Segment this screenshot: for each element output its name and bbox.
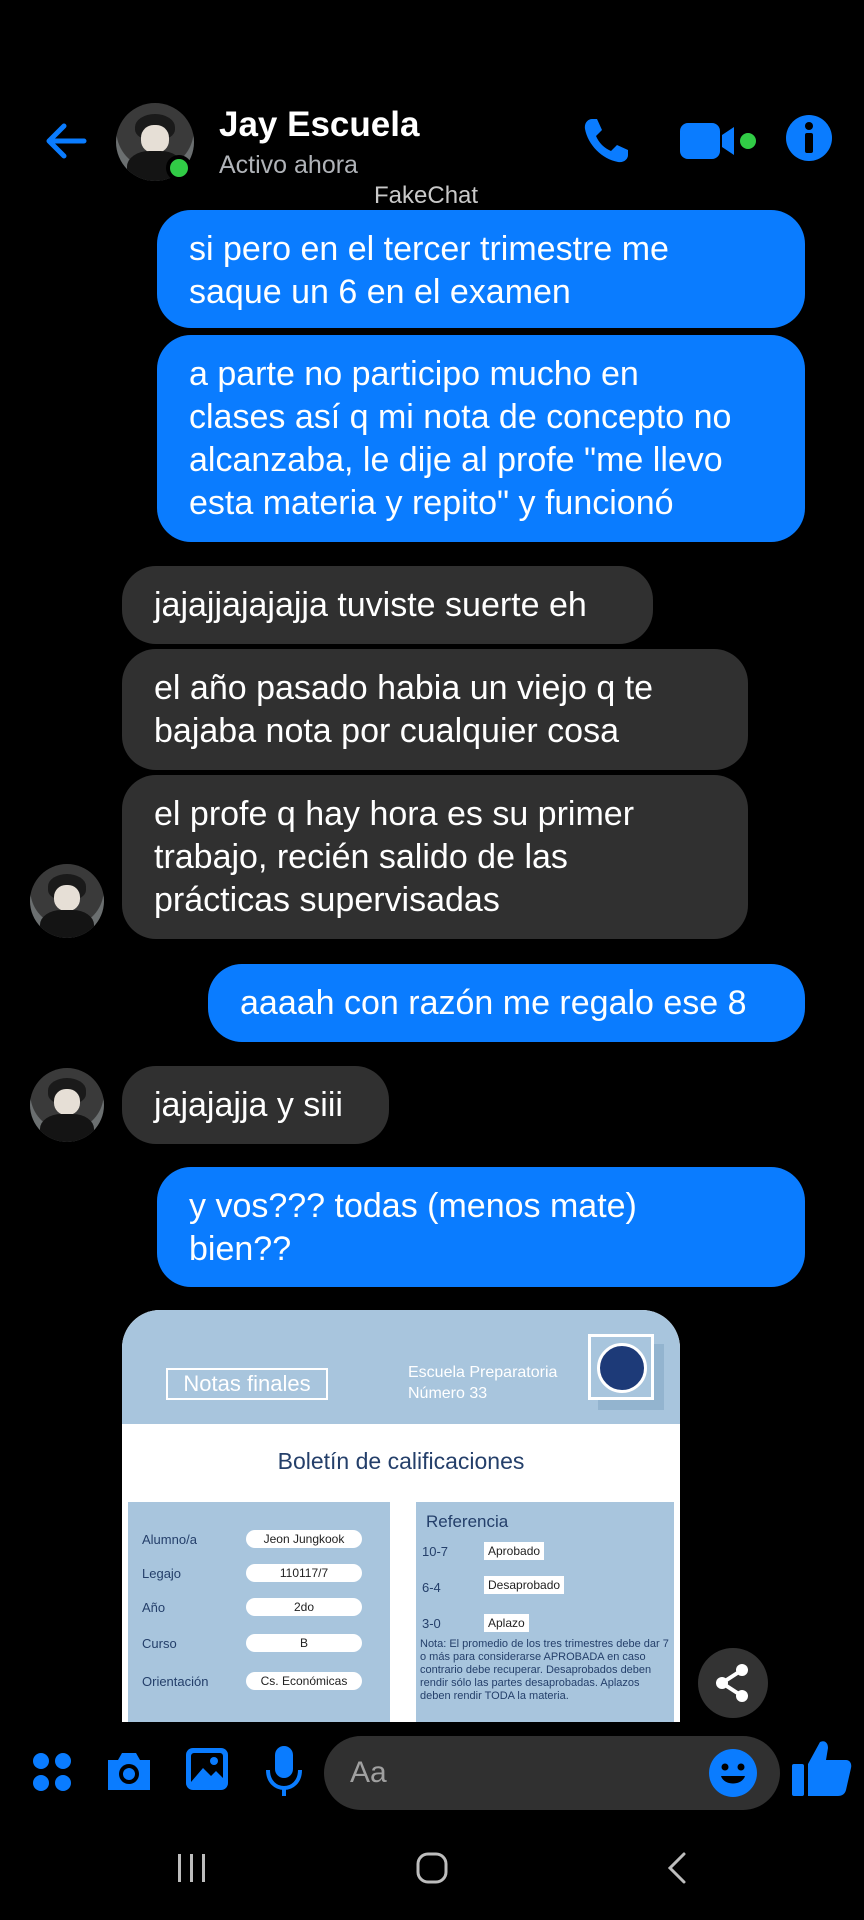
field-label: Curso: [142, 1636, 177, 1651]
field-value: 2do: [246, 1598, 362, 1616]
reference-title: Referencia: [426, 1512, 509, 1531]
message-input-placeholder: Aa: [350, 1756, 387, 1789]
reference-range: 10-7: [422, 1544, 449, 1559]
home-icon[interactable]: [414, 1850, 450, 1886]
contact-avatar-small[interactable]: [30, 864, 104, 938]
school-line: Número 33: [408, 1385, 488, 1402]
message-line: alcanzaba, le dije al profe "me llevo: [189, 441, 723, 479]
reference-label: Aprobado: [484, 1542, 545, 1560]
message-line: saque un 6 en el examen: [189, 273, 571, 311]
emoji-icon[interactable]: [708, 1748, 758, 1798]
notas-title: Notas finales: [166, 1368, 328, 1400]
gallery-icon[interactable]: [184, 1746, 230, 1792]
message-line: aaaah con razón me regalo ese 8: [240, 984, 747, 1022]
chat-header: Jay Escuela Activo ahora: [0, 95, 864, 185]
thumbs-up-icon[interactable]: [790, 1736, 854, 1800]
reference-range: 6-4: [422, 1580, 441, 1595]
reference-label: Aplazo: [484, 1614, 529, 1632]
message-line: a parte no participo mucho en: [189, 355, 639, 393]
microphone-icon[interactable]: [264, 1744, 304, 1798]
share-button[interactable]: [698, 1648, 768, 1718]
field-value: Jeon Jungkook: [246, 1530, 362, 1548]
online-indicator: [166, 155, 192, 181]
back-icon[interactable]: [660, 1850, 696, 1886]
contact-status: Activo ahora: [219, 151, 358, 179]
back-arrow-icon[interactable]: [40, 115, 92, 167]
school-line: Escuela Preparatoria: [408, 1364, 558, 1381]
info-icon[interactable]: [784, 113, 834, 163]
reference-panel: Referencia 10-7 Aprobado 6-4 Desaprobado…: [416, 1502, 674, 1722]
system-nav-bar: [0, 1820, 864, 1920]
field-label: Alumno/a: [142, 1532, 197, 1547]
image-attachment[interactable]: Notas finales Escuela Preparatoria Númer…: [122, 1310, 680, 1722]
contact-name[interactable]: Jay Escuela: [219, 105, 419, 145]
message-outgoing[interactable]: a parte no participo mucho en clases así…: [157, 335, 805, 542]
reference-range: 3-0: [422, 1616, 441, 1631]
message-incoming[interactable]: jajajajja y siii: [122, 1066, 389, 1144]
reference-note: Nota: El promedio de los tres trimestres…: [420, 1638, 669, 1702]
message-outgoing[interactable]: y vos??? todas (menos mate) bien??: [157, 1167, 805, 1287]
message-line: trabajo, recién salido de las: [154, 838, 568, 876]
share-icon: [716, 1664, 748, 1702]
message-line: bajaba nota por cualquier cosa: [154, 712, 619, 750]
message-incoming[interactable]: jajajjajajajja tuviste suerte eh: [122, 566, 653, 644]
student-info-panel: Alumno/a Jeon Jungkook Legajo 110117/7 A…: [128, 1502, 390, 1722]
message-input[interactable]: Aa: [324, 1736, 780, 1810]
message-line: esta materia y repito" y funcionó: [189, 484, 674, 522]
message-incoming[interactable]: el año pasado habia un viejo q te bajaba…: [122, 649, 748, 770]
message-line: jajajajja y siii: [154, 1086, 343, 1124]
school-seal-icon: [588, 1334, 654, 1400]
field-label: Orientación: [142, 1674, 209, 1689]
message-line: jajajjajajajja tuviste suerte eh: [154, 586, 587, 624]
document-title: Boletín de calificaciones: [277, 1448, 525, 1474]
message-line: el año pasado habia un viejo q te: [154, 669, 654, 707]
video-camera-icon[interactable]: [678, 119, 758, 163]
camera-icon[interactable]: [104, 1748, 154, 1794]
message-outgoing[interactable]: si pero en el tercer trimestre me saque …: [157, 210, 805, 328]
recent-apps-icon[interactable]: [174, 1850, 210, 1886]
field-label: Año: [142, 1600, 166, 1615]
field-value: 110117/7: [246, 1564, 362, 1582]
field-value: B: [246, 1634, 362, 1652]
school-name: Escuela Preparatoria Número 33: [408, 1362, 557, 1404]
message-outgoing[interactable]: aaaah con razón me regalo ese 8: [208, 964, 805, 1042]
contact-avatar-small[interactable]: [30, 1068, 104, 1142]
message-line: clases así q mi nota de concepto no: [189, 398, 732, 436]
field-value: Cs. Económicas: [246, 1672, 362, 1690]
message-line: y vos??? todas (menos mate): [189, 1187, 637, 1225]
message-incoming[interactable]: el profe q hay hora es su primer trabajo…: [122, 775, 748, 939]
message-line: si pero en el tercer trimestre me: [189, 230, 669, 268]
message-line: prácticas supervisadas: [154, 881, 500, 919]
phone-icon[interactable]: [580, 115, 632, 167]
message-line: el profe q hay hora es su primer: [154, 795, 635, 833]
message-line: bien??: [189, 1230, 292, 1268]
reference-label: Desaprobado: [484, 1576, 565, 1594]
watermark: FakeChat: [374, 182, 479, 209]
message-composer: Aa: [0, 1730, 864, 1820]
apps-icon[interactable]: [30, 1750, 74, 1794]
field-label: Legajo: [142, 1566, 182, 1581]
